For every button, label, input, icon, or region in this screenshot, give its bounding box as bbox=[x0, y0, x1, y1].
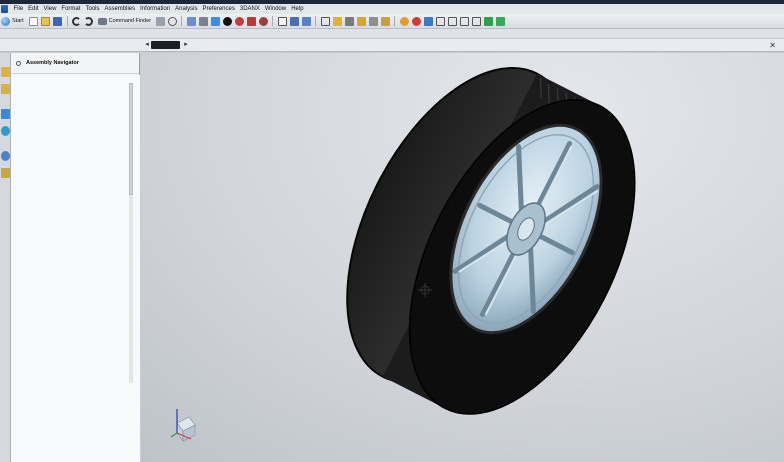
open-icon[interactable] bbox=[41, 16, 51, 26]
studio-icon[interactable] bbox=[234, 16, 244, 26]
graphics-window[interactable] bbox=[141, 53, 784, 462]
menu-preferences[interactable]: Preferences bbox=[200, 4, 237, 14]
navigator-scrollbar[interactable] bbox=[129, 83, 133, 383]
command-finder-button[interactable]: Command Finder bbox=[97, 17, 152, 25]
fit-view-icon[interactable] bbox=[198, 16, 208, 26]
menu-tools[interactable]: Tools bbox=[83, 4, 102, 14]
feature-icon[interactable] bbox=[368, 16, 378, 26]
navigator-header: Assembly Navigator bbox=[11, 53, 139, 74]
start-label: Start bbox=[12, 18, 24, 24]
measure-icon[interactable] bbox=[380, 16, 390, 26]
view-orient-icon[interactable] bbox=[186, 16, 196, 26]
undo-icon[interactable] bbox=[72, 16, 82, 26]
start-globe-icon bbox=[1, 16, 10, 26]
render-style-icon[interactable] bbox=[222, 16, 232, 26]
menu-edit[interactable]: Edit bbox=[26, 4, 41, 14]
material-icon[interactable] bbox=[246, 16, 256, 26]
add-component-icon[interactable] bbox=[495, 16, 505, 26]
close-icon[interactable]: ✕ bbox=[769, 41, 776, 50]
menu-file[interactable]: File bbox=[11, 4, 26, 14]
menu-3danx[interactable]: 3DANX bbox=[237, 4, 262, 14]
new-icon[interactable] bbox=[29, 16, 39, 26]
section-icon[interactable] bbox=[471, 16, 481, 26]
assembly-navigator-icon[interactable] bbox=[1, 67, 10, 77]
delete-icon[interactable] bbox=[411, 16, 421, 26]
save-icon[interactable] bbox=[53, 16, 63, 26]
toolbar-separator bbox=[394, 16, 396, 26]
redo-icon[interactable] bbox=[84, 16, 94, 26]
resource-bar bbox=[0, 53, 11, 462]
sketch-icon[interactable] bbox=[332, 16, 342, 26]
drawing-icon[interactable] bbox=[447, 16, 457, 26]
app-logo-icon bbox=[1, 5, 8, 13]
menu-help[interactable]: Help bbox=[289, 4, 306, 14]
reuse-library-icon[interactable] bbox=[1, 126, 10, 136]
menu-assemblies[interactable]: Assemblies bbox=[102, 4, 138, 14]
history-icon[interactable] bbox=[1, 151, 10, 161]
view-triad-icon bbox=[170, 409, 196, 442]
wheel-model[interactable] bbox=[141, 53, 784, 462]
navigator-tree[interactable] bbox=[11, 75, 140, 462]
sheet-icon[interactable] bbox=[435, 16, 445, 26]
binoculars-icon bbox=[97, 17, 107, 25]
standard-toolbar: Start Command Finder bbox=[0, 14, 784, 29]
view-icon[interactable] bbox=[459, 16, 469, 26]
toolbar-separator bbox=[181, 16, 183, 26]
menu-analysis[interactable]: Analysis bbox=[173, 4, 200, 14]
analysis-icon[interactable] bbox=[399, 16, 409, 26]
orient-icon[interactable] bbox=[289, 16, 299, 26]
zoom-icon[interactable] bbox=[301, 16, 311, 26]
shaded-display-icon[interactable] bbox=[210, 16, 220, 26]
menu-bar: File Edit View Format Tools Assemblies I… bbox=[0, 4, 784, 14]
layer-icon[interactable] bbox=[320, 16, 330, 26]
tab-scroll-left-icon[interactable]: ◂ bbox=[143, 41, 151, 49]
command-finder-label: Command Finder bbox=[108, 18, 152, 24]
toolbar-separator bbox=[272, 16, 274, 26]
selection-filter-icon[interactable] bbox=[155, 16, 165, 26]
image-icon[interactable] bbox=[423, 16, 433, 26]
pin-icon[interactable] bbox=[16, 60, 21, 66]
window-icon[interactable] bbox=[277, 16, 287, 26]
menu-format[interactable]: Format bbox=[59, 4, 83, 14]
extrude-icon[interactable] bbox=[344, 16, 354, 26]
constraint-navigator-icon[interactable] bbox=[1, 84, 10, 94]
document-tab-strip: ◂ ▸ ✕ bbox=[0, 39, 784, 52]
toolbar-separator bbox=[66, 16, 68, 26]
color-icon[interactable] bbox=[258, 16, 268, 26]
assembly-navigator-panel: Assembly Navigator bbox=[11, 53, 140, 462]
system-materials-icon[interactable] bbox=[1, 168, 10, 178]
snap-point-icon[interactable] bbox=[167, 16, 177, 26]
assembly-icon[interactable] bbox=[483, 16, 493, 26]
start-button[interactable]: Start bbox=[1, 16, 24, 26]
datum-icon[interactable] bbox=[356, 16, 366, 26]
menu-information[interactable]: Information bbox=[138, 4, 173, 14]
tab-scroll-right-icon[interactable]: ▸ bbox=[182, 41, 190, 49]
menu-view[interactable]: View bbox=[41, 4, 59, 14]
toolbar-separator bbox=[315, 16, 317, 26]
part-navigator-icon[interactable] bbox=[1, 109, 10, 119]
navigator-scroll-thumb[interactable] bbox=[129, 83, 133, 195]
navigator-title: Assembly Navigator bbox=[26, 60, 79, 66]
secondary-toolbar bbox=[0, 29, 784, 39]
menu-window[interactable]: Window bbox=[262, 4, 288, 14]
nx-application-window: File Edit View Format Tools Assemblies I… bbox=[0, 0, 784, 462]
active-part-tab[interactable] bbox=[151, 41, 180, 49]
